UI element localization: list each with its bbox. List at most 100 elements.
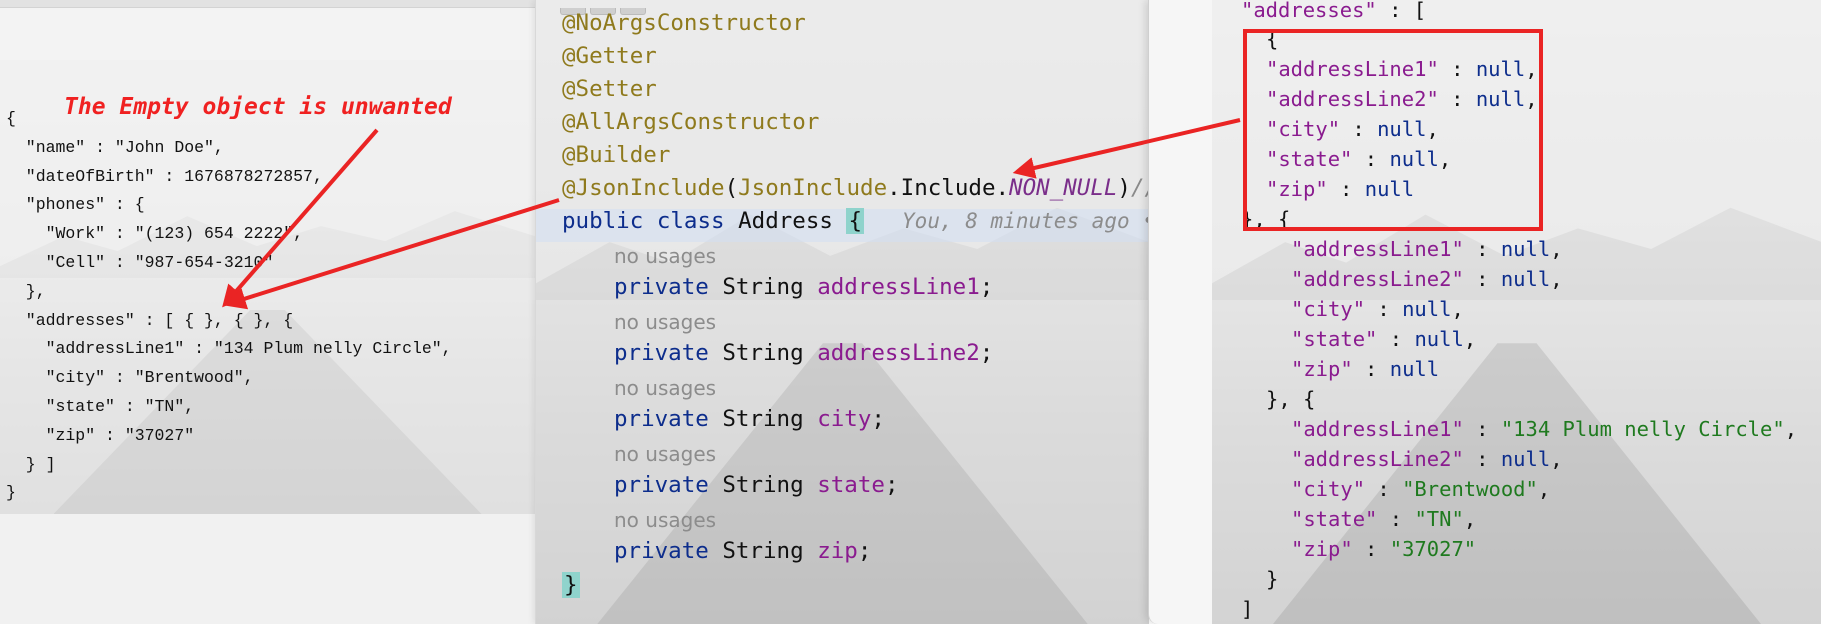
json-colon: :	[1352, 537, 1390, 561]
class-close-brace: }	[562, 572, 580, 598]
usages-hint-state[interactable]: no usages	[614, 442, 716, 466]
json-comma: ,	[1537, 477, 1551, 501]
json-output-text: { "name" : "John Doe", "dateOfBirth" : 1…	[6, 109, 452, 503]
include-member: .Include.	[887, 175, 1010, 201]
json-comma: ,	[1550, 237, 1563, 261]
field-addressline1[interactable]: private String addressLine1;	[614, 274, 993, 300]
json-comma: ,	[1451, 297, 1464, 321]
json-colon: :	[1365, 297, 1403, 321]
field-modifier: private	[614, 538, 709, 564]
json-colon: :	[1463, 417, 1501, 441]
annotation-allargsconstructor[interactable]: @AllArgsConstructor	[562, 109, 819, 135]
json-close-object: }	[1266, 567, 1279, 591]
field-type: String	[708, 274, 818, 300]
field-addressline2[interactable]: private String addressLine2;	[614, 340, 993, 366]
json-addresses-line: "addresses" : [	[1241, 0, 1426, 22]
close-paren: )	[1117, 175, 1131, 201]
null-object-highlight-box	[1243, 29, 1543, 231]
json-key: "addressLine2"	[1291, 267, 1464, 291]
semicolon: ;	[884, 472, 899, 498]
window-top-bar	[0, 0, 560, 8]
empty-object-annotation: The Empty object is unwanted	[64, 94, 452, 120]
json-entry: "addressLine1" : null,	[1291, 237, 1563, 261]
field-type: String	[708, 538, 818, 564]
json-key: "city"	[1291, 297, 1366, 321]
annotation-builder[interactable]: @Builder	[562, 142, 670, 168]
json-key: "state"	[1291, 327, 1378, 351]
json-comma: ,	[1550, 447, 1563, 471]
json-entry: "city" : "Brentwood",	[1291, 477, 1550, 501]
json-comma: ,	[1463, 327, 1477, 351]
class-open-brace: {	[846, 208, 865, 234]
open-paren: (	[724, 175, 739, 201]
field-zip[interactable]: private String zip;	[614, 538, 871, 564]
class-close-brace-line[interactable]: }	[562, 572, 580, 598]
semicolon: ;	[979, 274, 994, 300]
json-output-panel-left: { "name" : "John Doe", "dateOfBirth" : 1…	[0, 0, 560, 624]
json-colon: :	[1463, 237, 1501, 261]
json-null: null	[1389, 357, 1440, 381]
json-entry: "addressLine1" : "134 Plum nelly Circle"…	[1291, 417, 1797, 441]
json-colon: :	[1463, 267, 1501, 291]
class-name: Address	[724, 208, 847, 234]
field-type: String	[708, 472, 818, 498]
json-include-class-ref: JsonInclude	[738, 175, 888, 201]
json-entry: "addressLine2" : null,	[1291, 267, 1563, 291]
field-type: String	[708, 406, 818, 432]
json-key: "zip"	[1291, 537, 1353, 561]
field-name: addressLine1	[817, 274, 980, 300]
usages-hint-zip[interactable]: no usages	[614, 508, 716, 532]
json-entry: "zip" : "37027"	[1291, 537, 1476, 561]
usages-hint-addressline1[interactable]: no usages	[614, 244, 716, 268]
json-key: "zip"	[1291, 357, 1353, 381]
json-bracket: [	[1413, 0, 1427, 22]
json-object-separator: }, {	[1266, 387, 1316, 411]
java-code-editor[interactable]: @NoArgsConstructor @Getter @Setter @AllA…	[535, 0, 1185, 624]
json-include-line[interactable]: @JsonInclude(JsonInclude.Include.NON_NUL…	[562, 175, 1185, 201]
field-modifier: private	[614, 340, 709, 366]
field-state[interactable]: private String state;	[614, 472, 898, 498]
field-name: addressLine2	[817, 340, 980, 366]
json-key: "addresses"	[1241, 0, 1377, 22]
json-key: "state"	[1291, 507, 1378, 531]
annotation-setter[interactable]: @Setter	[562, 76, 657, 102]
json-entry: "city" : null,	[1291, 297, 1464, 321]
json-string: "37027"	[1389, 537, 1477, 561]
usages-hint-addressline2[interactable]: no usages	[614, 310, 716, 334]
json-null: null	[1500, 267, 1551, 291]
json-include-annotation: @JsonInclude	[562, 175, 725, 201]
semicolon: ;	[857, 538, 872, 564]
field-type: String	[708, 340, 818, 366]
json-key: "addressLine2"	[1291, 447, 1464, 471]
json-colon: :	[1352, 357, 1390, 381]
editor-tab-strip[interactable]	[560, 0, 650, 15]
json-colon: :	[1365, 477, 1403, 501]
field-name: state	[817, 472, 885, 498]
semicolon: ;	[979, 340, 994, 366]
field-modifier: private	[614, 472, 709, 498]
json-colon: :	[1376, 0, 1414, 22]
json-colon: :	[1377, 507, 1415, 531]
json-entry: "addressLine2" : null,	[1291, 447, 1563, 471]
json-colon: :	[1377, 327, 1415, 351]
json-string: "134 Plum nelly Circle"	[1500, 417, 1785, 441]
json-key: "addressLine1"	[1291, 417, 1464, 441]
field-modifier: private	[614, 274, 709, 300]
json-null: null	[1402, 297, 1452, 321]
git-blame-inlay[interactable]: You, 8 minutes ago •	[902, 209, 1155, 233]
class-modifiers: public class	[562, 208, 725, 234]
non-null-constant: NON_NULL	[1009, 175, 1118, 201]
semicolon: ;	[871, 406, 885, 432]
json-null: null	[1500, 237, 1551, 261]
json-string: "Brentwood"	[1402, 477, 1538, 501]
json-close-bracket: ]	[1241, 597, 1254, 621]
json-entry: "state" : null,	[1291, 327, 1476, 351]
usages-hint-city[interactable]: no usages	[614, 376, 716, 400]
json-comma: ,	[1550, 267, 1563, 291]
annotation-getter[interactable]: @Getter	[562, 43, 657, 69]
annotation-noargsconstructor[interactable]: @NoArgsConstructor	[562, 10, 806, 36]
json-comma: ,	[1784, 417, 1798, 441]
class-declaration-line[interactable]: public class Address { You, 8 minutes ago…	[562, 208, 1155, 234]
field-city[interactable]: private String city;	[614, 406, 885, 432]
json-entry: "zip" : null	[1291, 357, 1439, 381]
